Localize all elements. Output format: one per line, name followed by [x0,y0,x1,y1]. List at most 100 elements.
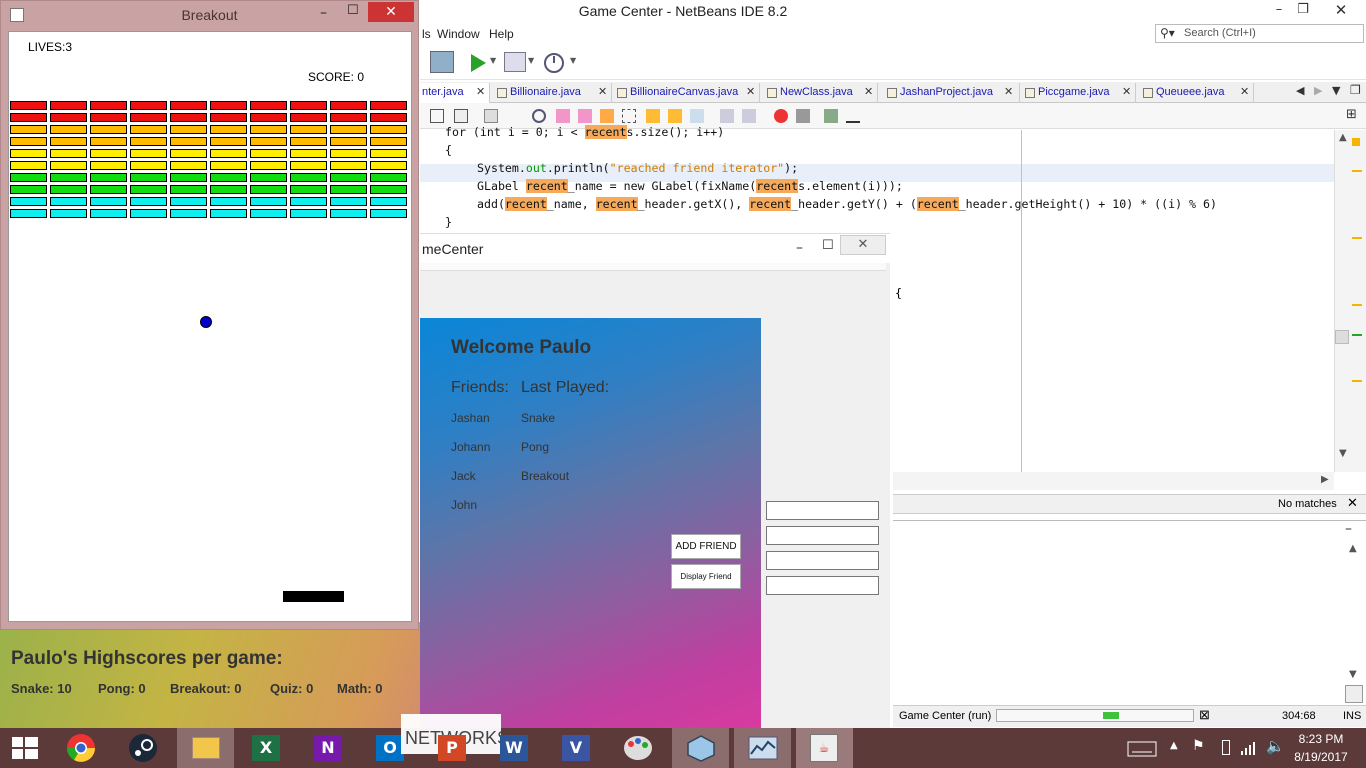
cancel-progress-icon[interactable]: ⊠ [1199,707,1210,723]
run-dropdown-icon[interactable]: ▼ [490,56,496,65]
error-stripe-marker[interactable] [1352,237,1362,239]
code-editor[interactable]: for (int i = 0; i < recents.size(); i++)… [420,125,1334,472]
friend-input-field[interactable] [766,501,879,520]
tab-piccgame[interactable]: Piccgame.java ✕ [1022,83,1136,103]
close-tab-icon[interactable]: ✕ [476,83,485,101]
shift-left-icon[interactable] [720,109,734,123]
toggle-bookmark-icon[interactable] [690,109,704,123]
clock-date[interactable]: 8/19/2017 [1291,750,1351,764]
paint-icon[interactable] [622,734,654,762]
tab-billionairecanvas[interactable]: BillionaireCanvas.java ✕ [614,83,760,103]
record-macro-icon[interactable] [774,109,788,123]
close-tab-icon[interactable]: ✕ [1004,83,1013,101]
scroll-thumb[interactable] [1345,685,1363,703]
debug-dropdown-icon[interactable]: ▼ [528,56,534,65]
maximize-button[interactable]: ☐ [347,3,359,18]
scroll-up-icon[interactable]: ▲ [1339,132,1347,143]
error-stripe-marker[interactable] [1352,380,1362,382]
menu-window[interactable]: Window [437,27,480,41]
profile-dropdown-icon[interactable]: ▼ [570,56,576,65]
editor-vertical-scrollbar[interactable]: ▲ ▼ [1334,130,1366,472]
excel-icon[interactable]: X [252,735,280,761]
add-friend-button[interactable]: ADD FRIEND [671,534,741,559]
find-previous-icon[interactable] [556,109,570,123]
close-button[interactable]: ✕ [368,2,414,22]
toggle-highlight-icon[interactable] [600,109,614,123]
close-tab-icon[interactable]: ✕ [1122,83,1131,101]
restore-button[interactable]: ❐ [1292,0,1314,22]
split-editor-icon[interactable]: ⊞ [1346,107,1357,122]
next-bookmark-icon[interactable] [668,109,682,123]
code-editor-lower[interactable]: { [893,230,1334,472]
scroll-tabs-right-icon[interactable]: ▶ [1314,84,1322,97]
find-next-icon[interactable] [578,109,592,123]
visio-icon[interactable]: V [562,735,590,761]
word-icon[interactable]: W [500,735,528,761]
error-stripe-marker[interactable] [1352,334,1362,336]
close-tab-icon[interactable]: ✕ [864,83,873,101]
resource-monitor-taskbar-item[interactable] [734,728,791,768]
prev-bookmark-icon[interactable] [646,109,660,123]
onenote-icon[interactable]: N [314,735,342,761]
tab-billionaire[interactable]: Billionaire.java ✕ [494,83,612,103]
scroll-thumb[interactable] [1335,330,1349,344]
output-panel[interactable]: – ▲ ▼ [893,520,1366,705]
find-icon[interactable] [532,109,546,123]
paddle[interactable] [283,591,344,602]
friend-input-field[interactable] [766,576,879,595]
show-hidden-icons-icon[interactable]: ▲ [1170,740,1178,751]
outlook-icon[interactable]: O [376,735,404,761]
tab-newclass[interactable]: NewClass.java ✕ [764,83,878,103]
friend-input-field[interactable] [766,526,879,545]
menu-help[interactable]: Help [489,27,514,41]
maximize-editor-icon[interactable]: ❐ [1350,83,1361,97]
maximize-button[interactable]: ☐ [822,238,834,253]
battery-icon[interactable] [1222,740,1230,755]
close-button[interactable]: ✕ [1318,0,1364,22]
virtualbox-taskbar-item[interactable] [672,728,729,768]
shift-right-icon[interactable] [742,109,756,123]
java-taskbar-item[interactable]: ☕ [796,728,853,768]
scroll-up-icon[interactable]: ▲ [1349,543,1357,554]
close-button[interactable]: ✕ [840,235,886,255]
editor-horizontal-scrollbar[interactable]: ▶ [893,472,1334,490]
close-tab-icon[interactable]: ✕ [746,83,755,101]
uncomment-icon[interactable] [846,109,860,123]
error-stripe-marker[interactable] [1352,170,1362,172]
breakout-canvas[interactable]: LIVES:3 SCORE: 0 [8,31,412,622]
chrome-icon[interactable] [66,733,96,763]
clean-build-icon[interactable] [430,51,454,73]
profile-icon[interactable] [542,51,566,75]
select-icon[interactable] [622,109,636,123]
run-icon[interactable] [468,52,490,74]
friend-input-field[interactable] [766,551,879,570]
menu-tools[interactable]: ls [422,27,431,41]
minimize-button[interactable]: – [796,240,803,256]
forward-icon[interactable] [484,109,498,123]
close-tab-icon[interactable]: ✕ [598,83,607,101]
minimize-button[interactable]: – [320,5,327,21]
tab-gamecenter[interactable]: nter.java ✕ [420,83,490,103]
search-input[interactable]: ⚲▾ Search (Ctrl+I) [1155,24,1364,43]
network-signal-icon[interactable] [1240,741,1256,755]
minimize-output-icon[interactable]: – [1345,521,1352,537]
error-stripe-marker[interactable] [1352,304,1362,306]
scroll-down-icon[interactable]: ▼ [1349,669,1357,680]
powerpoint-icon[interactable]: P [438,735,466,761]
stop-macro-icon[interactable] [796,109,810,123]
volume-icon[interactable]: 🔈 [1266,737,1285,755]
back-icon[interactable] [454,109,468,123]
scroll-right-icon[interactable]: ▶ [1321,474,1329,485]
file-explorer-taskbar-item[interactable] [177,728,234,768]
comment-icon[interactable] [824,109,838,123]
tab-jashanproject[interactable]: JashanProject.java ✕ [884,83,1020,103]
error-stripe-marker[interactable] [1352,138,1360,146]
close-find-icon[interactable]: ✕ [1347,496,1358,511]
scroll-tabs-left-icon[interactable]: ◀ [1296,84,1304,97]
tab-queueee[interactable]: Queueee.java ✕ [1140,83,1254,103]
minimize-button[interactable]: – [1268,0,1290,22]
source-history-icon[interactable] [430,109,444,123]
debug-icon[interactable] [504,52,526,72]
clock-time[interactable]: 8:23 PM [1291,732,1351,746]
keyboard-icon[interactable] [1127,741,1157,757]
